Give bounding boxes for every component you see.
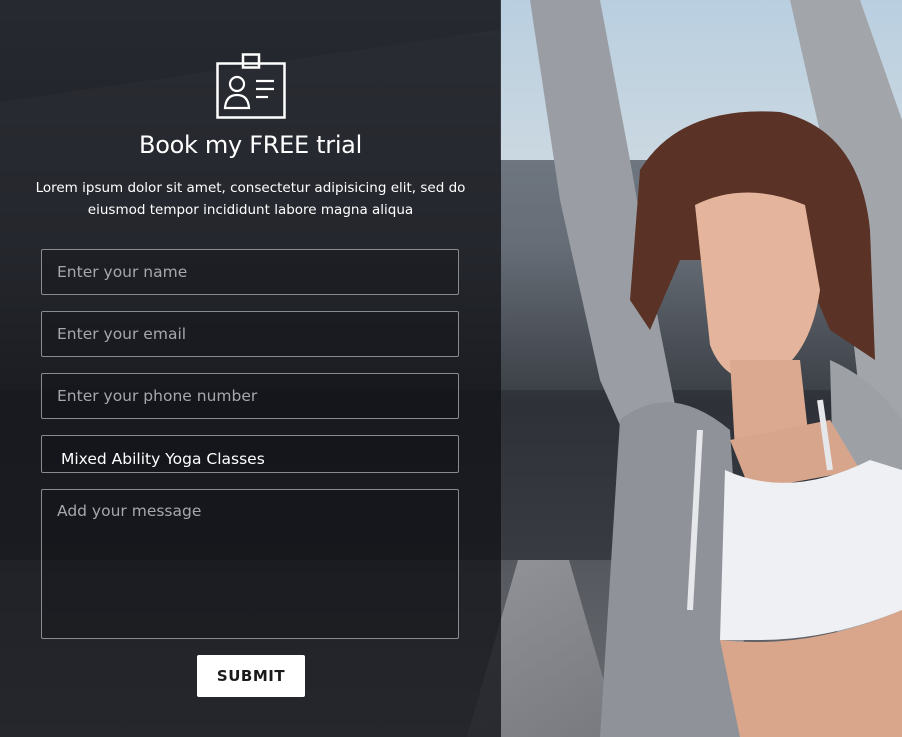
form-description: Lorem ipsum dolor sit amet, consectetur … bbox=[35, 180, 466, 218]
submit-button[interactable]: SUBMIT bbox=[197, 655, 305, 697]
woman-photo bbox=[530, 0, 902, 737]
class-select[interactable]: Mixed Ability Yoga Classes bbox=[41, 435, 459, 473]
name-field-wrapper bbox=[41, 249, 459, 295]
name-input[interactable] bbox=[42, 250, 458, 294]
phone-input[interactable] bbox=[42, 374, 458, 418]
id-badge-icon bbox=[216, 53, 286, 119]
phone-field-wrapper bbox=[41, 373, 459, 419]
form-title: Book my FREE trial bbox=[139, 131, 362, 159]
class-select-value: Mixed Ability Yoga Classes bbox=[61, 450, 265, 468]
email-input[interactable] bbox=[42, 312, 458, 356]
message-field-wrapper bbox=[41, 489, 459, 639]
booking-form-panel: Book my FREE trial Lorem ipsum dolor sit… bbox=[0, 0, 501, 737]
email-field-wrapper bbox=[41, 311, 459, 357]
message-textarea[interactable] bbox=[42, 490, 458, 638]
